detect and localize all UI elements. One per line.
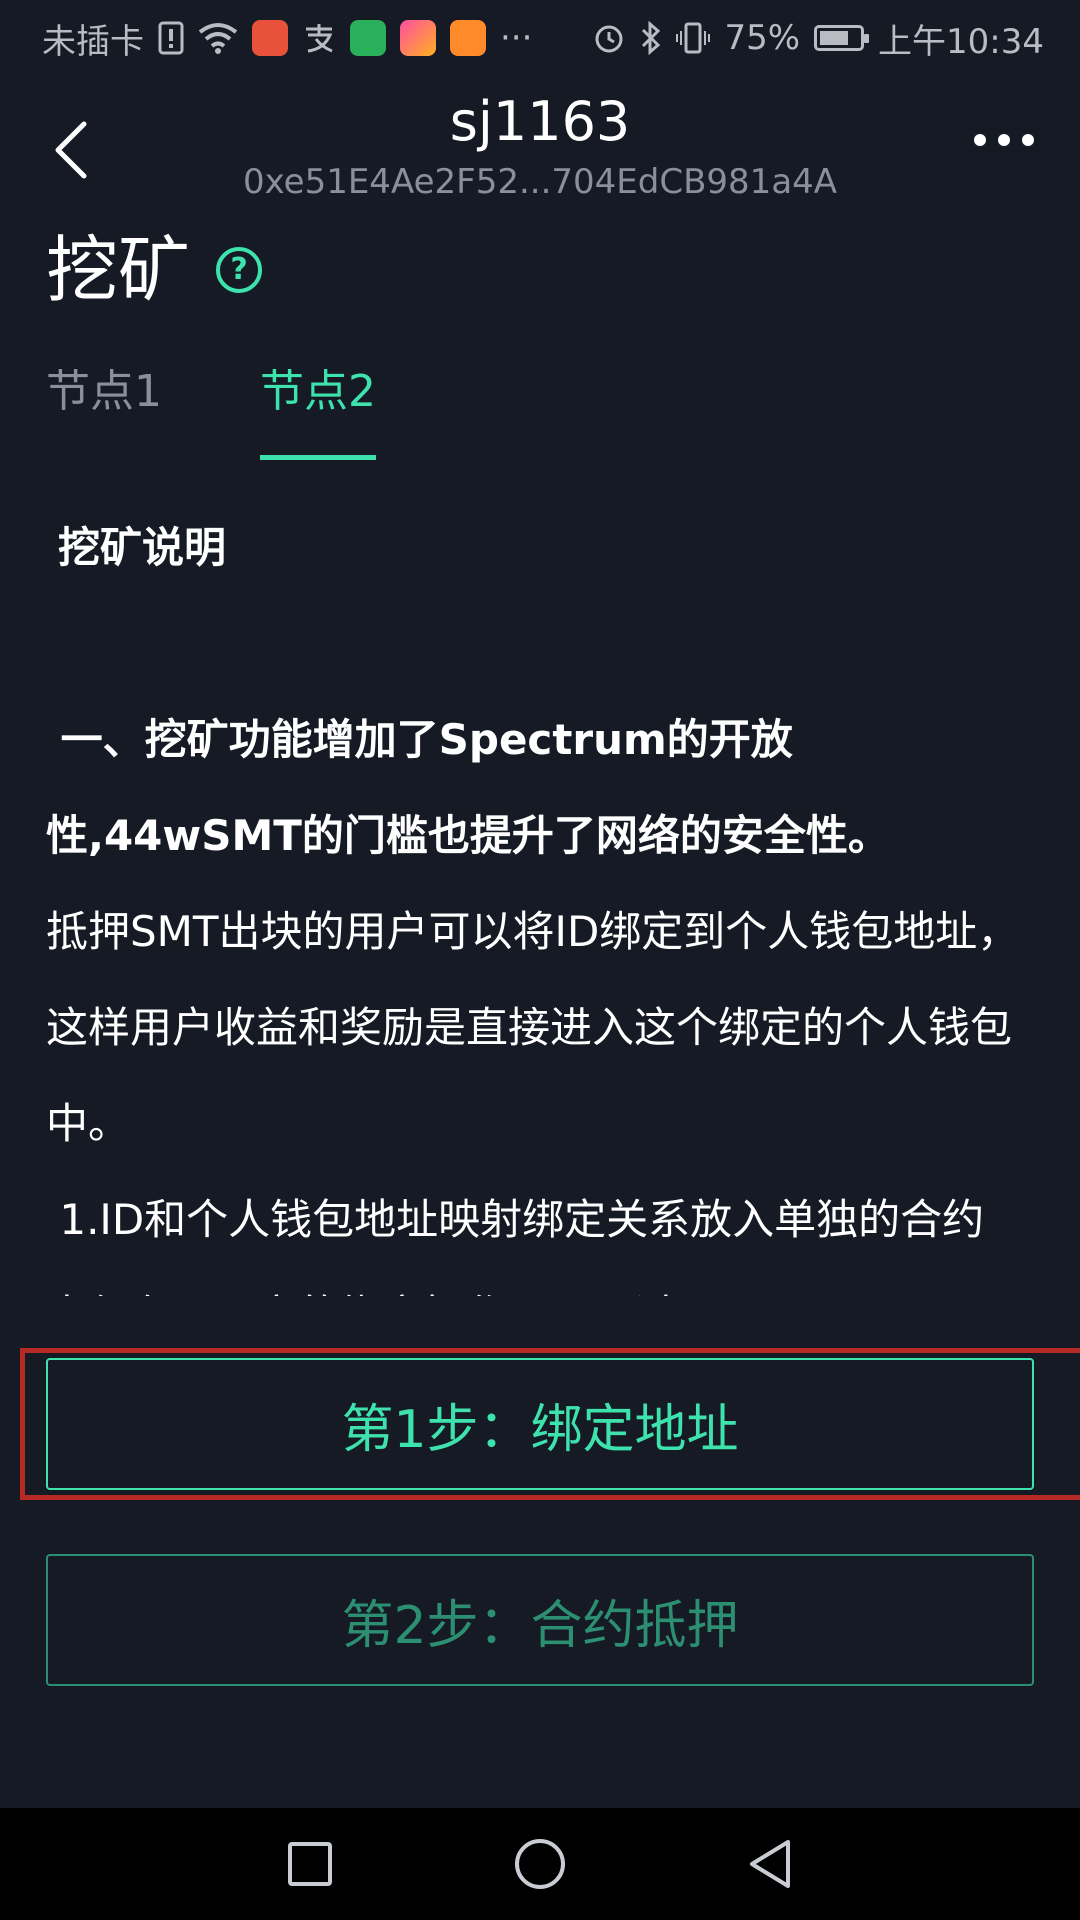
app-icon-video [400, 20, 436, 56]
node-tabs: 节点1 节点2 [46, 356, 376, 460]
home-button[interactable] [510, 1834, 570, 1894]
wallet-name: sj1163 [449, 90, 631, 153]
tab-node-1[interactable]: 节点1 [46, 356, 162, 460]
more-dot-icon [974, 134, 986, 146]
wifi-icon [198, 23, 238, 54]
circle-icon [515, 1839, 565, 1889]
back-nav-button[interactable] [740, 1834, 800, 1894]
more-notifications-text: ··· [500, 18, 533, 58]
description-paragraph: 抵押SMT出块的用户可以将ID绑定到个人钱包地址，这样用户收益和奖励是直接进入这… [46, 907, 1020, 1148]
more-dot-icon [998, 134, 1010, 146]
triangle-back-icon [750, 1840, 790, 1888]
square-icon [288, 1842, 332, 1886]
sim-alert-icon [158, 21, 184, 55]
description-heading: 挖矿说明 [58, 523, 227, 572]
status-bar-right: 75% 上午10:34 [592, 14, 1044, 63]
system-nav-bar [0, 1808, 1080, 1920]
app-header: sj1163 0xe51E4Ae2F52...704EdCB981a4A [0, 90, 1080, 210]
app-icon-qu [350, 20, 386, 56]
page-title-row: 挖矿 ? [46, 222, 263, 318]
more-dot-icon [1022, 134, 1034, 146]
help-icon[interactable]: ? [216, 247, 263, 293]
clock-time: 上午10:34 [878, 21, 1044, 62]
description-paragraph: 1.ID和个人钱包地址映射绑定关系放入单独的合约中保存，用户的绑定操作可以通过T… [46, 1195, 985, 1296]
tab-node-2[interactable]: 节点2 [260, 356, 376, 460]
battery-percent: 75% [724, 18, 801, 58]
status-bar-left: 未插卡 ··· [42, 14, 532, 63]
contract-stake-button[interactable]: 第2步：合约抵押 [46, 1554, 1034, 1686]
bluetooth-icon [642, 21, 661, 55]
status-bar: 未插卡 ··· 75% 上午10:34 [0, 0, 1080, 76]
alarm-icon [595, 25, 623, 53]
app-icon-play [450, 20, 486, 56]
vibrate-icon [676, 22, 711, 54]
page-title: 挖矿 [46, 228, 191, 312]
wallet-address[interactable]: 0xe51E4Ae2F52...704EdCB981a4A [0, 160, 1080, 204]
app-icon-kuaishou [252, 20, 288, 56]
battery-icon [814, 25, 870, 51]
more-options-button[interactable] [964, 110, 1044, 170]
alipay-icon [306, 24, 333, 53]
mining-description: 挖矿说明 一、挖矿功能增加了Spectrum的开放性,44wSMT的门槛也提升了… [46, 500, 1026, 1296]
carrier-text: 未插卡 [42, 21, 144, 62]
bind-address-button[interactable]: 第1步：绑定地址 [46, 1358, 1034, 1490]
description-bold-text: 一、挖矿功能增加了Spectrum的开放性,44wSMT的门槛也提升了网络的安全… [46, 715, 890, 860]
recents-button[interactable] [280, 1834, 340, 1894]
